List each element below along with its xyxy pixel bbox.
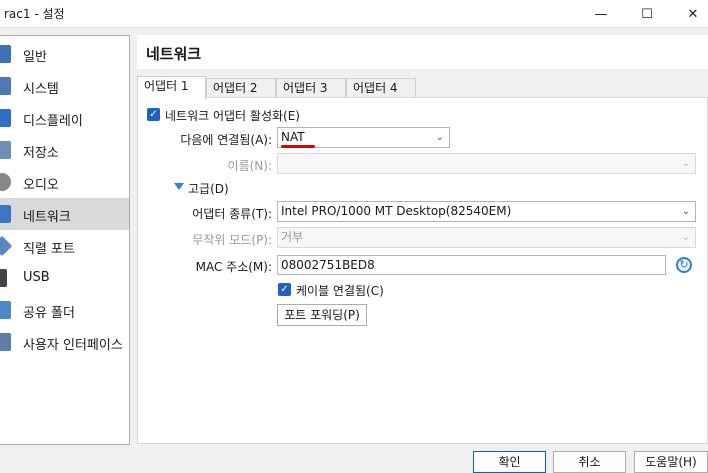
sidebar-item-label: 시스템 bbox=[23, 82, 59, 97]
general-icon bbox=[0, 45, 11, 63]
tab-label: 어댑터 3 bbox=[283, 81, 328, 95]
tab-adapter-1[interactable]: 어댑터 1 bbox=[137, 76, 206, 99]
adapter-type-value: Intel PRO/1000 MT Desktop(82540EM) bbox=[281, 204, 512, 218]
promiscuous-mode-label: 무작위 모드(P): bbox=[192, 233, 272, 247]
sidebar-item-system[interactable]: 시스템 bbox=[0, 70, 129, 102]
sidebar-item-serial-port[interactable]: 직렬 포트 bbox=[0, 230, 129, 262]
adapter-type-label: 어댑터 종류(T): bbox=[192, 207, 272, 221]
network-icon bbox=[0, 205, 11, 223]
title-bar: rac1 - 설정 — ☐ ✕ bbox=[0, 0, 708, 28]
sidebar-item-usb[interactable]: USB bbox=[0, 262, 129, 294]
tab-label: 어댑터 2 bbox=[213, 81, 258, 95]
tab-adapter-4[interactable]: 어댑터 4 bbox=[346, 78, 416, 98]
cancel-button[interactable]: 취소 bbox=[553, 451, 626, 473]
refresh-mac-icon[interactable]: ↻ bbox=[676, 257, 692, 273]
sidebar-item-user-interface[interactable]: 사용자 인터페이스 bbox=[0, 326, 129, 358]
sidebar-item-label: USB bbox=[23, 270, 50, 285]
chevron-down-icon: ⌄ bbox=[435, 132, 444, 143]
sidebar-item-network[interactable]: 네트워크 bbox=[0, 198, 129, 230]
sidebar-item-label: 일반 bbox=[23, 50, 47, 65]
chevron-down-icon: ⌄ bbox=[681, 158, 690, 169]
help-label: 도움말(H) bbox=[645, 455, 697, 469]
port-forwarding-label: 포트 포워딩(P) bbox=[284, 308, 360, 322]
sidebar-item-label: 직렬 포트 bbox=[23, 242, 75, 257]
enable-adapter-checkbox[interactable]: ✓ bbox=[147, 108, 160, 121]
name-select: ⌄ bbox=[277, 153, 696, 174]
help-button[interactable]: 도움말(H) bbox=[634, 451, 708, 473]
audio-icon bbox=[0, 173, 11, 191]
mac-address-field[interactable]: 08002751BED8 bbox=[277, 255, 666, 275]
sidebar-item-display[interactable]: 디스플레이 bbox=[0, 102, 129, 134]
ok-label: 확인 bbox=[498, 455, 521, 469]
mac-address-label: MAC 주소(M): bbox=[195, 260, 272, 274]
expand-triangle-icon[interactable] bbox=[174, 183, 184, 190]
user-interface-icon bbox=[0, 333, 11, 351]
chevron-down-icon: ⌄ bbox=[681, 232, 690, 243]
promiscuous-mode-select: 거부 ⌄ bbox=[277, 227, 696, 248]
settings-sidebar: 일반 시스템 디스플레이 저장소 오디오 네트워크 직렬 포트 USB 공유 폴… bbox=[0, 35, 130, 445]
sidebar-item-label: 사용자 인터페이스 bbox=[23, 338, 123, 353]
mac-address-value: 08002751BED8 bbox=[281, 258, 375, 272]
attached-to-label: 다음에 연결됨(A): bbox=[180, 133, 272, 147]
system-icon bbox=[0, 77, 11, 95]
enable-adapter-label: 네트워크 어댑터 활성화(E) bbox=[165, 109, 300, 123]
shared-folder-icon bbox=[0, 301, 11, 319]
cancel-label: 취소 bbox=[578, 455, 601, 469]
sidebar-item-audio[interactable]: 오디오 bbox=[0, 166, 129, 198]
tab-adapter-3[interactable]: 어댑터 3 bbox=[276, 78, 346, 98]
sidebar-item-label: 네트워크 bbox=[23, 210, 71, 225]
serial-port-icon bbox=[0, 235, 13, 257]
name-label: 이름(N): bbox=[227, 159, 272, 173]
ok-button[interactable]: 확인 bbox=[473, 451, 546, 473]
tab-adapter-2[interactable]: 어댑터 2 bbox=[206, 78, 276, 98]
sidebar-item-general[interactable]: 일반 bbox=[0, 38, 129, 70]
sidebar-item-label: 저장소 bbox=[23, 146, 59, 161]
window-title: rac1 - 설정 bbox=[4, 7, 65, 21]
chevron-down-icon: ⌄ bbox=[681, 206, 690, 217]
adapter-type-select[interactable]: Intel PRO/1000 MT Desktop(82540EM) ⌄ bbox=[277, 201, 696, 222]
usb-icon bbox=[0, 269, 7, 287]
close-icon[interactable]: ✕ bbox=[670, 0, 708, 28]
highlight-underline bbox=[281, 145, 315, 148]
sidebar-item-shared-folder[interactable]: 공유 폴더 bbox=[0, 294, 129, 326]
sidebar-item-label: 공유 폴더 bbox=[23, 306, 75, 321]
advanced-toggle[interactable]: 고급(D) bbox=[188, 180, 229, 197]
page-title: 네트워크 bbox=[146, 45, 202, 63]
display-icon bbox=[0, 109, 11, 127]
sidebar-item-label: 오디오 bbox=[23, 178, 59, 193]
storage-icon bbox=[0, 141, 11, 159]
page-header: 네트워크 bbox=[137, 35, 708, 69]
attached-to-value: NAT bbox=[281, 130, 305, 144]
port-forwarding-button[interactable]: 포트 포워딩(P) bbox=[277, 304, 367, 326]
tab-label: 어댑터 4 bbox=[353, 81, 398, 95]
maximize-icon[interactable]: ☐ bbox=[624, 0, 670, 28]
sidebar-item-label: 디스플레이 bbox=[23, 114, 83, 129]
sidebar-item-storage[interactable]: 저장소 bbox=[0, 134, 129, 166]
promiscuous-mode-value: 거부 bbox=[281, 230, 304, 244]
cable-connected-checkbox[interactable]: ✓ bbox=[278, 283, 291, 296]
cable-connected-label: 케이블 연결됨(C) bbox=[296, 284, 384, 298]
tab-label: 어댑터 1 bbox=[144, 79, 189, 93]
minimize-icon[interactable]: — bbox=[578, 0, 624, 28]
